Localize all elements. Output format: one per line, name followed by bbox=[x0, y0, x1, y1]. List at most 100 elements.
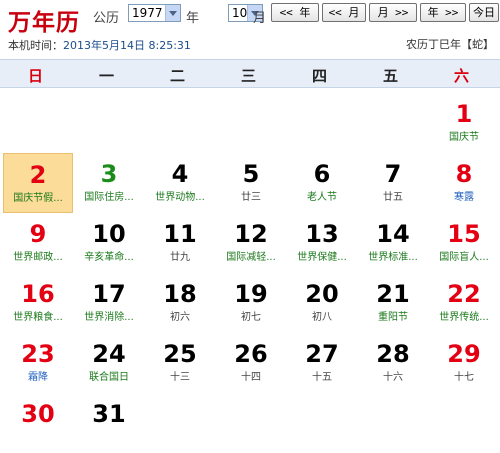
calendar-day[interactable]: 11 廿九 bbox=[145, 213, 215, 273]
day-number: 4 bbox=[171, 160, 189, 188]
day-number: 6 bbox=[313, 160, 331, 188]
calendar-day[interactable]: 23 霜降 bbox=[3, 333, 73, 393]
lunar-year-info: 农历丁巳年【蛇】 bbox=[406, 38, 494, 51]
day-subtitle: 国庆节假... bbox=[13, 193, 63, 204]
weekday-wed: 三 bbox=[240, 67, 256, 85]
day-number: 28 bbox=[376, 340, 410, 368]
day-number: 16 bbox=[21, 280, 55, 308]
day-subtitle: 霜降 bbox=[28, 372, 48, 383]
calendar-day[interactable]: 30 bbox=[3, 393, 73, 453]
calendar-day[interactable]: 9 世界邮政... bbox=[3, 213, 73, 273]
day-number: 5 bbox=[242, 160, 260, 188]
day-number: 1 bbox=[455, 100, 473, 128]
calendar-day-today[interactable]: 2 国庆节假... bbox=[3, 153, 73, 213]
weekday-sun: 日 bbox=[27, 67, 43, 85]
day-number: 27 bbox=[305, 340, 339, 368]
month-label: 月 bbox=[253, 11, 267, 26]
calendar-day[interactable]: 19 初七 bbox=[216, 273, 286, 333]
day-subtitle: 初六 bbox=[170, 312, 190, 323]
day-number: 8 bbox=[455, 160, 473, 188]
day-subtitle: 国庆节 bbox=[449, 132, 479, 143]
calendar-day[interactable]: 6 老人节 bbox=[287, 153, 357, 213]
day-number: 26 bbox=[234, 340, 268, 368]
day-number: 22 bbox=[447, 280, 481, 308]
calendar-day[interactable]: 14 世界标准... bbox=[358, 213, 428, 273]
calendar-day[interactable]: 7 廿五 bbox=[358, 153, 428, 213]
calendar-day[interactable]: 20 初八 bbox=[287, 273, 357, 333]
day-number: 18 bbox=[163, 280, 197, 308]
day-number: 7 bbox=[384, 160, 402, 188]
calendar-day[interactable]: 26 十四 bbox=[216, 333, 286, 393]
year-select[interactable]: 1977 bbox=[128, 4, 181, 22]
calendar-day[interactable]: 1 国庆节 bbox=[429, 93, 499, 153]
app-logo: 万年历 bbox=[8, 9, 80, 36]
year-select-value: 1977 bbox=[132, 6, 163, 20]
calendar-day[interactable]: 22 世界传统... bbox=[429, 273, 499, 333]
day-number: 25 bbox=[163, 340, 197, 368]
calendar-day[interactable]: 15 国际盲人... bbox=[429, 213, 499, 273]
day-subtitle: 世界标准... bbox=[368, 252, 418, 263]
day-number: 29 bbox=[447, 340, 481, 368]
day-subtitle: 十六 bbox=[383, 372, 403, 383]
day-subtitle: 老人节 bbox=[307, 192, 337, 203]
day-subtitle: 廿九 bbox=[170, 252, 190, 263]
calendar-day[interactable]: 5 廿三 bbox=[216, 153, 286, 213]
day-subtitle: 世界邮政... bbox=[13, 252, 63, 263]
day-subtitle: 世界动物... bbox=[155, 192, 205, 203]
calendar-day[interactable]: 8 寒露 bbox=[429, 153, 499, 213]
day-subtitle: 世界消除... bbox=[84, 312, 134, 323]
next-month-button[interactable]: 月 >> bbox=[369, 3, 417, 22]
calendar-day[interactable]: 17 世界消除... bbox=[74, 273, 144, 333]
day-number: 24 bbox=[92, 340, 126, 368]
day-subtitle: 十四 bbox=[241, 372, 261, 383]
day-subtitle: 十七 bbox=[454, 372, 474, 383]
prev-year-button[interactable]: << 年 bbox=[271, 3, 319, 22]
calendar-day[interactable]: 18 初六 bbox=[145, 273, 215, 333]
day-number: 21 bbox=[376, 280, 410, 308]
day-subtitle: 世界粮食... bbox=[13, 312, 63, 323]
calendar-day[interactable]: 28 十六 bbox=[358, 333, 428, 393]
day-subtitle: 初八 bbox=[312, 312, 332, 323]
day-number: 9 bbox=[29, 220, 47, 248]
year-label: 年 bbox=[186, 11, 200, 26]
local-time: 本机时间：2013年5月14日 8:25:31 bbox=[8, 37, 191, 53]
weekday-mon: 一 bbox=[98, 67, 114, 85]
calendar-day[interactable]: 31 bbox=[74, 393, 144, 453]
calendar-day[interactable]: 25 十三 bbox=[145, 333, 215, 393]
calendar-day[interactable]: 27 十五 bbox=[287, 333, 357, 393]
weekday-header: 日 一 二 三 四 五 六 bbox=[0, 59, 500, 88]
calendar-day[interactable]: 12 国际减轻... bbox=[216, 213, 286, 273]
day-number: 15 bbox=[447, 220, 481, 248]
calendar-day[interactable]: 4 世界动物... bbox=[145, 153, 215, 213]
day-subtitle: 国际减轻... bbox=[226, 252, 276, 263]
toolbar: 万年历 公历 1977 年 10 月 << 年 << 月 月 >> 年 >> 今… bbox=[0, 0, 500, 58]
day-subtitle: 廿五 bbox=[383, 192, 403, 203]
chevron-down-icon[interactable] bbox=[165, 5, 180, 21]
day-number: 14 bbox=[376, 220, 410, 248]
day-number: 3 bbox=[100, 160, 118, 188]
calendar-day[interactable]: 16 世界粮食... bbox=[3, 273, 73, 333]
weekday-thu: 四 bbox=[311, 67, 327, 85]
calendar-day[interactable]: 3 国际住房... bbox=[74, 153, 144, 213]
next-year-button[interactable]: 年 >> bbox=[420, 3, 466, 22]
calendar-day[interactable]: 21 重阳节 bbox=[358, 273, 428, 333]
weekday-fri: 五 bbox=[382, 67, 398, 85]
day-subtitle: 寒露 bbox=[454, 192, 474, 203]
day-number: 2 bbox=[29, 161, 47, 189]
day-number: 19 bbox=[234, 280, 268, 308]
calendar-day[interactable]: 24 联合国日 bbox=[74, 333, 144, 393]
day-subtitle: 十五 bbox=[312, 372, 332, 383]
calendar-day[interactable]: 13 世界保健... bbox=[287, 213, 357, 273]
weekday-sat: 六 bbox=[453, 67, 469, 85]
day-subtitle: 国际盲人... bbox=[439, 252, 489, 263]
day-subtitle: 世界传统... bbox=[439, 312, 489, 323]
day-number: 20 bbox=[305, 280, 339, 308]
prev-month-button[interactable]: << 月 bbox=[322, 3, 366, 22]
local-time-value: 2013年5月14日 8:25:31 bbox=[63, 39, 191, 52]
day-number: 12 bbox=[234, 220, 268, 248]
day-number: 23 bbox=[21, 340, 55, 368]
today-button[interactable]: 今日 bbox=[469, 3, 499, 22]
calendar-day[interactable]: 10 辛亥革命... bbox=[74, 213, 144, 273]
day-subtitle: 联合国日 bbox=[89, 372, 129, 383]
calendar-day[interactable]: 29 十七 bbox=[429, 333, 499, 393]
